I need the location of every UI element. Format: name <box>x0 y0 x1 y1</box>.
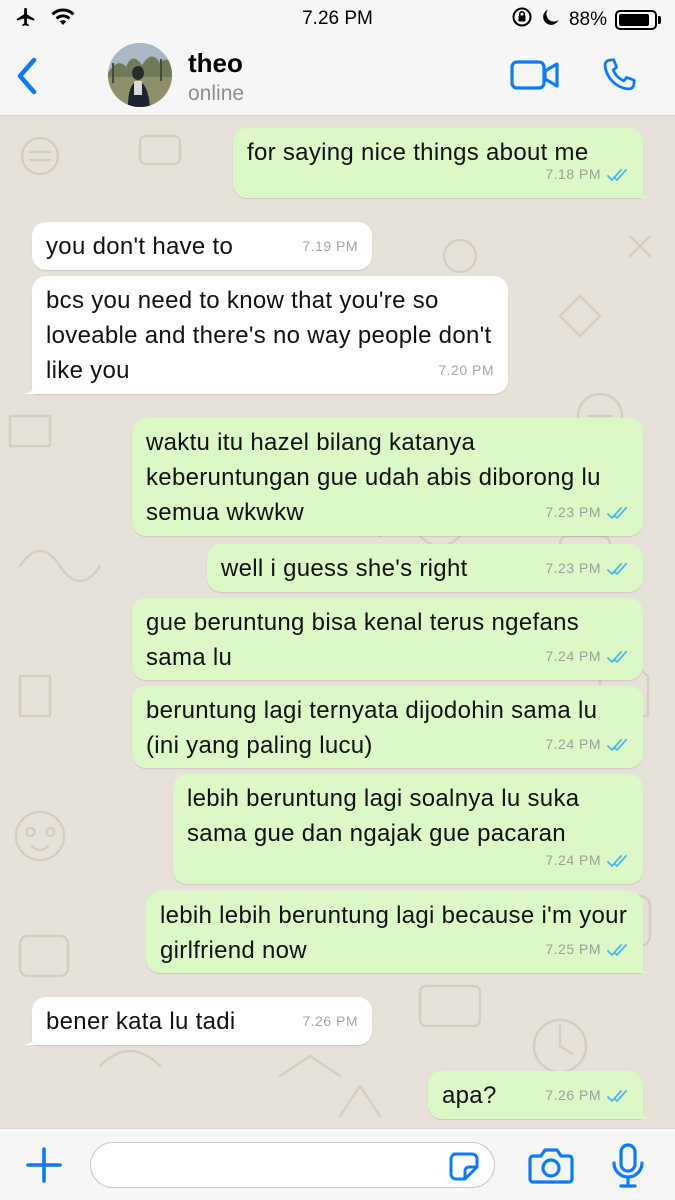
message-time: 7.23 PM <box>545 560 601 576</box>
status-bar: 7.26 PM 88% <box>0 0 675 36</box>
message-text: you don't have to <box>46 233 234 260</box>
message-time: 7.23 PM <box>545 504 601 520</box>
message-text: beruntung lagi ternyata dijodohin sama l… <box>146 697 598 759</box>
outgoing-message-bubble[interactable]: waktu itu hazel bilang katanya keberuntu… <box>132 418 643 536</box>
outgoing-message-bubble[interactable]: beruntung lagi ternyata dijodohin sama l… <box>132 686 643 768</box>
microphone-icon[interactable] <box>610 1143 646 1189</box>
bubble-tail <box>23 1029 39 1045</box>
outgoing-message-bubble[interactable]: lebih beruntung lagi soalnya lu suka sam… <box>173 774 643 884</box>
outgoing-message-bubble[interactable]: gue beruntung bisa kenal terus ngefans s… <box>132 598 643 680</box>
message-text: bcs you need to know that you're so love… <box>46 287 492 384</box>
outgoing-message-bubble[interactable]: apa? 7.26 PM <box>428 1071 652 1119</box>
plus-icon[interactable] <box>24 1145 64 1185</box>
outgoing-message-bubble[interactable]: lebih lebih beruntung lagi because i'm y… <box>146 891 652 973</box>
message-text: well i guess she's right <box>221 555 468 582</box>
message-time: 7.25 PM <box>545 941 601 957</box>
message-time: 7.24 PM <box>545 852 601 868</box>
incoming-message-bubble[interactable]: bcs you need to know that you're so love… <box>23 276 508 394</box>
read-receipt-icon <box>607 738 627 751</box>
message-text: waktu itu hazel bilang katanya keberuntu… <box>146 429 601 526</box>
message-meta: 7.18 PM <box>545 157 629 192</box>
battery-percent: 88% <box>568 9 607 30</box>
contact-status: online <box>188 82 245 105</box>
bubble-tail <box>636 1103 652 1119</box>
message-time: 7.24 PM <box>545 736 601 752</box>
read-receipt-icon <box>607 854 627 867</box>
avatar[interactable] <box>108 43 172 107</box>
video-call-icon[interactable] <box>510 56 560 94</box>
outgoing-message-bubble[interactable]: well i guess she's right 7.23 PM <box>207 544 643 592</box>
input-bar <box>0 1128 675 1200</box>
bubble-tail <box>636 182 652 198</box>
chat-header: theo online <box>0 36 675 116</box>
message-text: gue beruntung bisa kenal terus ngefans s… <box>146 609 580 671</box>
message-text: apa? <box>442 1082 497 1109</box>
message-text: for saying nice things about me <box>247 139 589 166</box>
message-meta: 7.24 PM <box>545 727 629 762</box>
phone-call-icon[interactable] <box>598 54 640 96</box>
orientation-lock-icon <box>511 6 533 34</box>
message-meta: 7.24 PM <box>545 639 629 674</box>
read-receipt-icon <box>607 562 627 575</box>
message-meta: 7.20 PM <box>438 353 494 388</box>
incoming-message-bubble[interactable]: you don't have to 7.19 PM <box>32 222 372 270</box>
message-time: 7.19 PM <box>302 238 358 254</box>
contact-name[interactable]: theo <box>188 48 243 79</box>
read-receipt-icon <box>607 650 627 663</box>
bubble-tail <box>636 957 652 973</box>
message-meta: 7.26 PM <box>545 1078 629 1113</box>
message-time: 7.26 PM <box>545 1087 601 1103</box>
read-receipt-icon <box>607 168 627 181</box>
message-meta: 7.23 PM <box>545 495 629 530</box>
message-meta: 7.25 PM <box>545 932 629 967</box>
message-time: 7.26 PM <box>302 1013 358 1029</box>
sticker-icon[interactable] <box>448 1151 480 1181</box>
message-meta: 7.26 PM <box>302 1004 358 1039</box>
message-meta: 7.23 PM <box>545 551 629 586</box>
message-text: lebih beruntung lagi soalnya lu suka sam… <box>187 785 580 847</box>
message-input[interactable] <box>90 1142 495 1188</box>
read-receipt-icon <box>607 506 627 519</box>
message-time: 7.18 PM <box>545 166 601 182</box>
bubble-tail <box>23 378 39 394</box>
message-text: bener kata lu tadi <box>46 1008 236 1035</box>
camera-icon[interactable] <box>528 1147 574 1185</box>
read-receipt-icon <box>607 1089 627 1102</box>
outgoing-message-bubble[interactable]: for saying nice things about me 7.18 PM <box>233 128 652 198</box>
message-time: 7.20 PM <box>438 362 494 378</box>
back-button[interactable] <box>12 54 42 98</box>
message-time: 7.24 PM <box>545 648 601 664</box>
message-meta: 7.24 PM <box>545 843 629 878</box>
moon-icon <box>541 7 561 33</box>
read-receipt-icon <box>607 943 627 956</box>
message-meta: 7.19 PM <box>302 229 358 264</box>
chat-area[interactable]: for saying nice things about me 7.18 PM yo… <box>0 116 675 1128</box>
incoming-message-bubble[interactable]: bener kata lu tadi 7.26 PM <box>23 997 372 1045</box>
battery-icon <box>615 10 661 30</box>
